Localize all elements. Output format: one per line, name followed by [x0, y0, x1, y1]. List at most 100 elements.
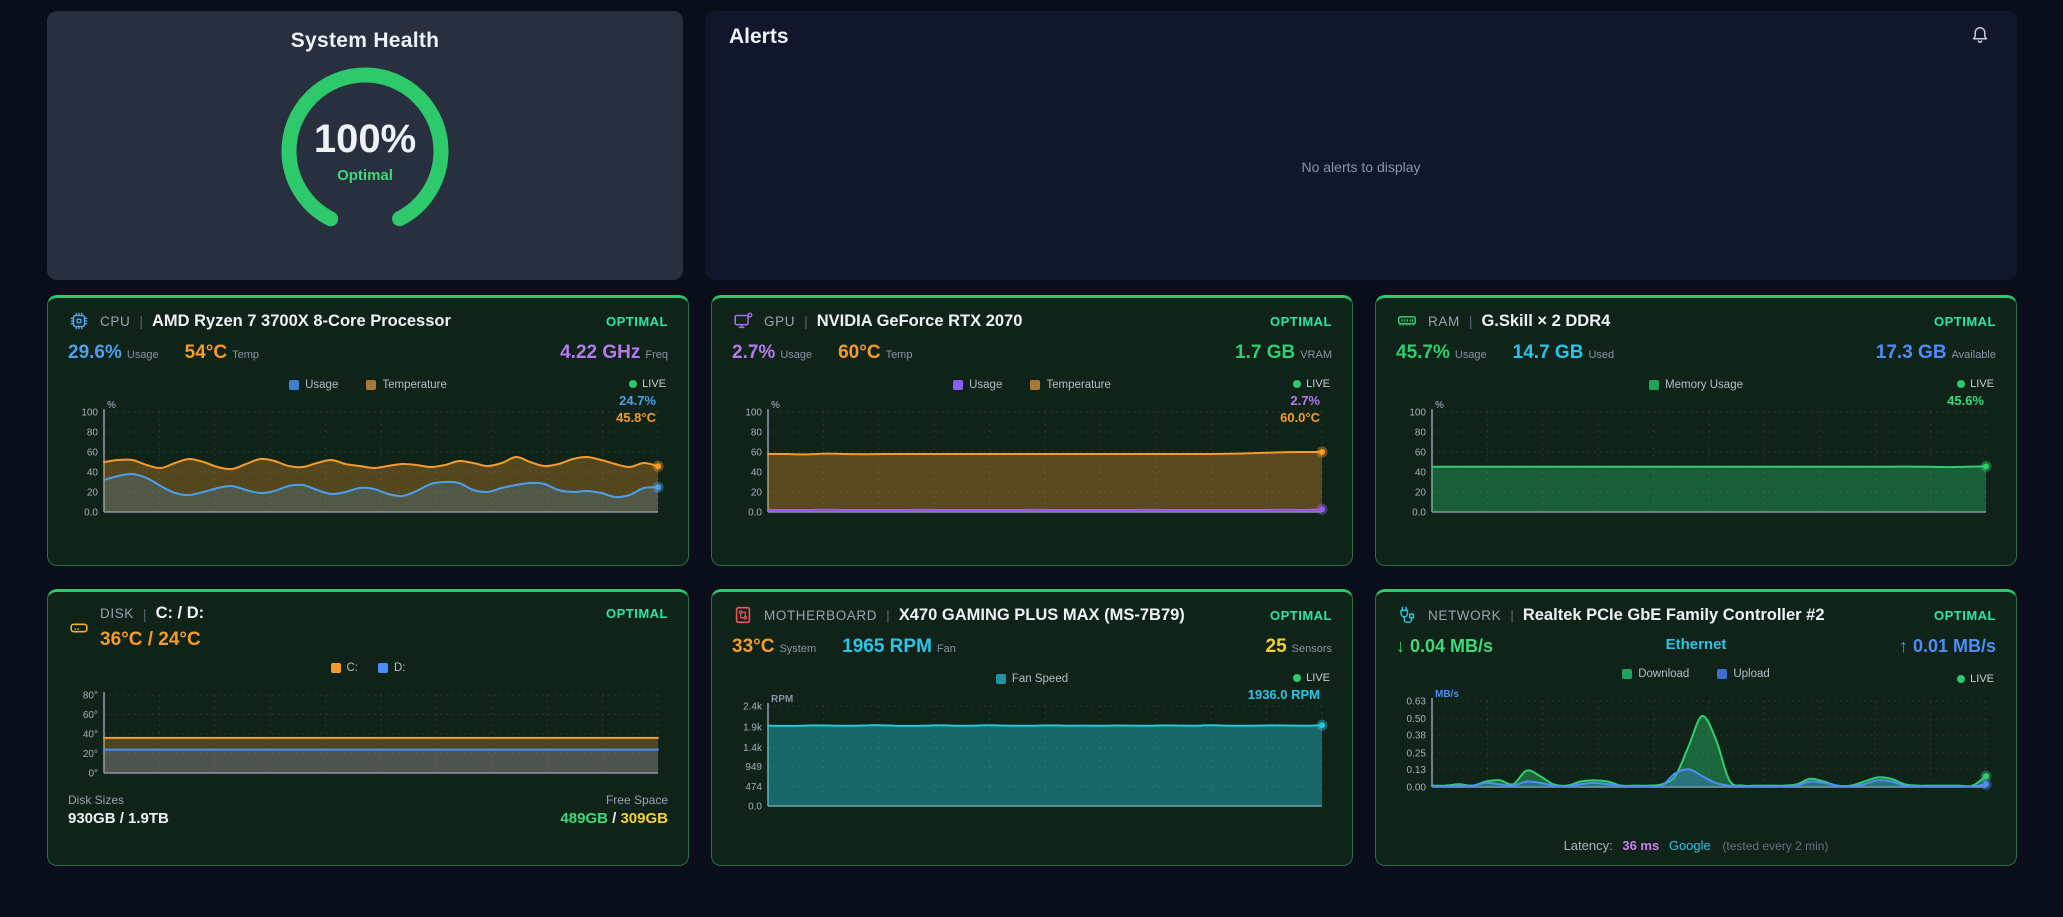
- svg-text:60: 60: [751, 448, 763, 459]
- divider: |: [804, 313, 808, 329]
- gpu-usage-stat: 2.7%Usage: [732, 342, 812, 364]
- cpu-chip-icon: [68, 310, 90, 332]
- gpu-monitor-icon: [732, 310, 754, 332]
- alerts-empty-message: No alerts to display: [705, 159, 2017, 175]
- live-dot-icon: [1293, 380, 1301, 388]
- disk-temp-chart: 80°60°40°20°0°: [68, 681, 668, 783]
- motherboard-sensors-stat: 25Sensors: [1266, 636, 1333, 658]
- cpu-type-label: CPU: [100, 314, 130, 329]
- gpu-vram-stat: 1.7 GBVRAM: [1235, 342, 1332, 364]
- bell-icon[interactable]: [1969, 25, 1991, 47]
- gpu-temp-stat: 60°CTemp: [838, 342, 912, 364]
- svg-text:0.00: 0.00: [1407, 783, 1427, 794]
- gpu-type-label: GPU: [764, 314, 795, 329]
- divider: |: [1510, 607, 1514, 623]
- svg-text:80: 80: [751, 428, 763, 439]
- latency-provider[interactable]: Google: [1669, 838, 1711, 853]
- top-row: System Health 100% Optimal Alerts No ale…: [47, 11, 2017, 280]
- network-status-badge: OPTIMAL: [1934, 608, 1996, 623]
- motherboard-circuit-icon: [732, 604, 754, 626]
- cpu-current-values: 24.7% 45.8°C: [616, 392, 656, 426]
- health-percentage: 100%: [314, 119, 416, 159]
- svg-text:%: %: [1435, 400, 1444, 411]
- gpu-status-badge: OPTIMAL: [1270, 314, 1332, 329]
- svg-text:%: %: [771, 400, 780, 411]
- ram-stick-icon: [1396, 310, 1418, 332]
- svg-text:80°: 80°: [83, 691, 98, 702]
- live-indicator: LIVE: [1957, 378, 1994, 390]
- ram-used-stat: 14.7 GBUsed: [1513, 342, 1614, 364]
- legend-swatch-c: [331, 663, 341, 673]
- cpu-freq-stat: 4.22 GHzFreq: [560, 342, 668, 364]
- motherboard-current-values: 1936.0 RPM: [1248, 686, 1320, 703]
- legend-temperature: Temperature: [1030, 379, 1111, 391]
- ram-current-values: 45.6%: [1947, 392, 1984, 409]
- disk-name: C: / D:: [156, 604, 205, 623]
- svg-text:949: 949: [745, 762, 762, 773]
- svg-text:100: 100: [745, 408, 762, 419]
- disk-drive-icon: [68, 617, 90, 639]
- svg-text:1.4k: 1.4k: [743, 743, 763, 754]
- svg-text:RPM: RPM: [771, 694, 793, 705]
- ram-available-stat: 17.3 GBAvailable: [1876, 342, 1996, 364]
- cpu-status-badge: OPTIMAL: [606, 314, 668, 329]
- svg-text:100: 100: [81, 408, 98, 419]
- motherboard-fan-stat: 1965 RPMFan: [842, 636, 956, 658]
- network-chart-legend: Download Upload LIVE: [1396, 665, 1996, 683]
- motherboard-card: MOTHERBOARD | X470 GAMING PLUS MAX (MS-7…: [711, 589, 1353, 866]
- motherboard-chart-legend: Fan Speed LIVE: [732, 670, 1332, 688]
- svg-text:20: 20: [1415, 488, 1427, 499]
- ram-type-label: RAM: [1428, 314, 1460, 329]
- live-dot-icon: [1957, 380, 1965, 388]
- svg-text:40: 40: [1415, 468, 1427, 479]
- motherboard-status-badge: OPTIMAL: [1270, 608, 1332, 623]
- legend-memory-usage: Memory Usage: [1649, 379, 1743, 391]
- cpu-temp-stat: 54°CTemp: [185, 342, 259, 364]
- svg-text:0.13: 0.13: [1407, 765, 1427, 776]
- svg-text:474: 474: [745, 782, 762, 793]
- legend-fan-speed: Fan Speed: [996, 673, 1068, 685]
- svg-text:2.4k: 2.4k: [743, 702, 763, 713]
- legend-swatch-usage: [953, 380, 963, 390]
- network-type-label: NETWORK: [1428, 608, 1501, 623]
- motherboard-type-label: MOTHERBOARD: [764, 608, 877, 623]
- free-space: Free Space 489GB / 309GB: [560, 793, 668, 827]
- network-traffic-chart: 0.630.500.380.250.130.00MB/s: [1396, 687, 1996, 797]
- legend-drive-c: C:: [331, 662, 359, 674]
- bottom-row: DISK | C: / D: OPTIMAL 36°C / 24°C C: D:…: [47, 589, 2017, 866]
- live-indicator: LIVE: [1293, 672, 1330, 684]
- svg-text:0.25: 0.25: [1407, 748, 1427, 759]
- fan-speed-chart: 2.4k1.9k1.4k9494740.0RPM: [732, 692, 1332, 816]
- disk-status-badge: OPTIMAL: [606, 606, 668, 621]
- svg-text:0.0: 0.0: [748, 802, 762, 813]
- svg-text:40: 40: [87, 468, 99, 479]
- health-status: Optimal: [337, 167, 393, 184]
- legend-swatch-fan: [996, 674, 1006, 684]
- svg-text:80: 80: [87, 428, 99, 439]
- legend-download: Download: [1622, 668, 1689, 680]
- disk-temps: 36°C / 24°C: [100, 629, 668, 651]
- divider: |: [143, 606, 147, 622]
- legend-drive-d: D:: [378, 662, 406, 674]
- legend-usage: Usage: [289, 379, 338, 391]
- legend-temperature: Temperature: [366, 379, 447, 391]
- svg-text:0°: 0°: [88, 769, 98, 780]
- system-health-title: System Health: [291, 29, 440, 53]
- latency-row: Latency: 36 ms Google (tested every 2 mi…: [1396, 838, 1996, 855]
- disk-type-label: DISK: [100, 606, 134, 621]
- motherboard-system-temp-stat: 33°CSystem: [732, 636, 816, 658]
- legend-swatch-download: [1622, 669, 1632, 679]
- live-dot-icon: [1293, 674, 1301, 682]
- legend-swatch-usage: [289, 380, 299, 390]
- gpu-name: NVIDIA GeForce RTX 2070: [817, 312, 1023, 331]
- cpu-card: CPU | AMD Ryzen 7 3700X 8-Core Processor…: [47, 295, 689, 566]
- gpu-history-chart: 100806040200.0%: [732, 398, 1332, 522]
- legend-usage: Usage: [953, 379, 1002, 391]
- disk-sizes: Disk Sizes 930GB / 1.9TB: [68, 793, 169, 827]
- middle-row: CPU | AMD Ryzen 7 3700X 8-Core Processor…: [47, 295, 2017, 566]
- latency-label: Latency:: [1564, 838, 1613, 853]
- connection-type: Ethernet: [1396, 636, 1996, 653]
- legend-upload: Upload: [1717, 668, 1769, 680]
- live-indicator: LIVE: [629, 378, 666, 390]
- svg-text:0.63: 0.63: [1407, 697, 1427, 708]
